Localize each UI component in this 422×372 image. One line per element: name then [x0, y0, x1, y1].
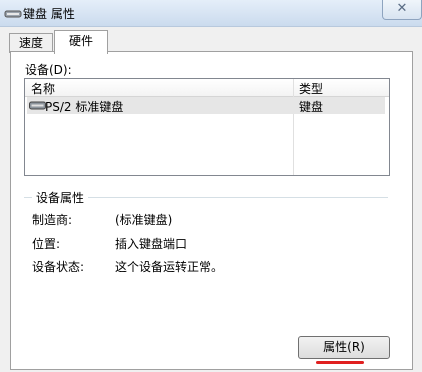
- close-button[interactable]: ✕: [382, 0, 422, 20]
- location-label: 位置:: [32, 237, 61, 251]
- title-bar: 键盘 属性 ✕: [0, 0, 422, 27]
- device-properties-group-title: 设备属性: [32, 189, 89, 206]
- column-header-name[interactable]: 名称: [31, 80, 55, 97]
- tab-speed[interactable]: 速度: [9, 33, 53, 53]
- manufacturer-value: (标准键盘): [115, 213, 173, 227]
- dialog-client-area: 速度 硬件 设备(D): 名称 类型 PS/2 标准键盘 键盘 设备属性 制造商…: [0, 27, 422, 372]
- keyboard-icon: [29, 101, 46, 110]
- list-item[interactable]: PS/2 标准键盘 键盘: [27, 97, 385, 114]
- column-header-type[interactable]: 类型: [299, 80, 323, 97]
- list-header: 名称 类型: [25, 79, 389, 97]
- location-value: 插入键盘端口: [115, 237, 188, 251]
- device-list[interactable]: 名称 类型 PS/2 标准键盘 键盘: [24, 78, 390, 176]
- device-name: PS/2 标准键盘: [45, 100, 124, 114]
- properties-button[interactable]: 属性(R): [298, 336, 390, 359]
- device-status-label: 设备状态:: [32, 260, 85, 274]
- device-type: 键盘: [299, 100, 324, 114]
- manufacturer-label: 制造商:: [32, 213, 73, 227]
- keyboard-icon: [4, 10, 22, 18]
- column-separator: [293, 79, 294, 175]
- highlight-underline: [316, 361, 364, 364]
- window-title: 键盘 属性: [23, 7, 75, 21]
- device-status-value: 这个设备运转正常。: [115, 260, 224, 274]
- devices-label: 设备(D):: [25, 63, 72, 77]
- tab-hardware[interactable]: 硬件: [54, 30, 108, 54]
